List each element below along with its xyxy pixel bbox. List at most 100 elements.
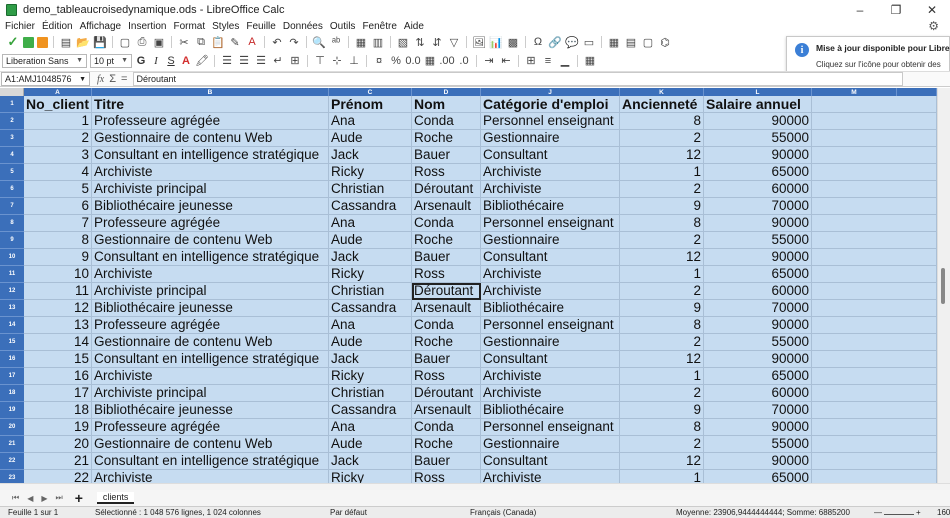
decrease-indent-icon[interactable]: ⇤ [499,55,513,67]
merge-center-icon[interactable]: ⊞ [288,55,302,67]
undo-icon[interactable]: ↶ [270,36,284,49]
table-cell[interactable]: Ana [329,419,412,436]
borders-icon[interactable]: ⊞ [524,55,538,67]
print-icon[interactable]: ⎙ [135,36,149,48]
empty-cell[interactable] [812,181,937,198]
column-header-l[interactable]: L [704,88,812,96]
table-cell[interactable]: Professeure agrégée [92,317,329,334]
pivot-table-icon[interactable]: ▩ [506,36,520,49]
table-cell[interactable]: Professeure agrégée [92,215,329,232]
redo-icon[interactable]: ↷ [287,36,301,49]
clone-format-icon[interactable]: ✎ [228,36,242,49]
table-cell[interactable]: Jack [329,249,412,266]
empty-cell[interactable] [812,368,937,385]
empty-cell[interactable] [812,385,937,402]
table-cell[interactable]: 16 [24,368,92,385]
table-cell[interactable]: Roche [412,130,481,147]
bold-button[interactable]: G [135,55,147,67]
empty-cell[interactable] [812,283,937,300]
menu-aide[interactable]: Aide [404,21,424,32]
table-cell[interactable]: Bibliothécaire [481,300,620,317]
table-cell[interactable]: Archiviste [92,164,329,181]
column-header-b[interactable]: B [92,88,329,96]
table-cell[interactable]: 65000 [704,266,812,283]
table-cell[interactable]: 2 [24,130,92,147]
percent-icon[interactable]: % [389,55,403,67]
table-cell[interactable]: 11 [24,283,92,300]
empty-cell[interactable] [812,266,937,283]
table-cell[interactable]: 9 [620,300,704,317]
row-header[interactable]: 21 [0,436,24,453]
table-cell[interactable]: Aude [329,130,412,147]
conditional-format-icon[interactable]: ▦ [583,55,597,67]
table-cell[interactable]: 1 [620,368,704,385]
row-header[interactable]: 11 [0,266,24,283]
horizontal-scrollbar[interactable] [0,483,950,490]
paste-icon[interactable]: 📋 [211,36,225,49]
table-cell[interactable]: Christian [329,181,412,198]
table-cell[interactable]: Ana [329,317,412,334]
empty-cell[interactable] [812,164,937,181]
row-header[interactable]: 4 [0,147,24,164]
table-cell[interactable]: 2 [620,385,704,402]
empty-cell[interactable] [812,249,937,266]
menu-edition[interactable]: Édition [42,21,73,32]
table-cell[interactable]: 65000 [704,368,812,385]
table-cell[interactable]: Personnel enseignant [481,419,620,436]
add-decimal-icon[interactable]: .00 [439,55,454,67]
table-cell[interactable]: Ross [412,368,481,385]
table-cell[interactable]: Personnel enseignant [481,113,620,130]
row-header[interactable]: 5 [0,164,24,181]
table-cell[interactable]: Arsenault [412,402,481,419]
define-print-area-icon[interactable]: ▦ [607,36,621,49]
table-cell[interactable]: Archiviste [481,266,620,283]
table-cell[interactable]: Gestionnaire [481,130,620,147]
align-center-icon[interactable]: ☰ [237,55,251,67]
table-cell[interactable]: Arsenault [412,300,481,317]
show-draw-functions-icon[interactable]: ⌬ [658,36,672,49]
table-cell[interactable]: 17 [24,385,92,402]
clear-format-icon[interactable]: A [245,36,259,48]
empty-cell[interactable] [812,113,937,130]
table-cell[interactable]: 8 [620,419,704,436]
delete-decimal-icon[interactable]: .0 [457,55,471,67]
menu-donnees[interactable]: Données [283,21,323,32]
sheet-tab-clients[interactable]: clients [96,492,135,504]
date-format-icon[interactable]: ▦ [423,55,437,67]
table-cell[interactable]: 55000 [704,436,812,453]
row-header[interactable]: 13 [0,300,24,317]
insert-image-icon[interactable]: 🖼 [472,36,486,49]
start-center-icon[interactable] [23,36,34,48]
minimize-button[interactable]: – [842,0,878,19]
table-cell[interactable]: Consultant en intelligence stratégique [92,249,329,266]
table-cell[interactable]: Bibliothécaire jeunesse [92,402,329,419]
prev-sheet-icon[interactable]: ◀ [27,494,33,503]
align-top-icon[interactable]: ⊤ [313,55,327,67]
next-sheet-icon[interactable]: ▶ [41,494,47,503]
table-cell[interactable]: 8 [24,232,92,249]
table-cell[interactable]: Ross [412,266,481,283]
table-cell[interactable]: Archiviste principal [92,385,329,402]
table-cell[interactable]: Cassandra [329,198,412,215]
menu-fichier[interactable]: Fichier [5,21,35,32]
select-all-corner[interactable] [0,88,24,96]
header-cell[interactable]: Catégorie d'emploi [481,96,620,113]
table-cell[interactable]: Gestionnaire de contenu Web [92,232,329,249]
table-cell[interactable]: Gestionnaire de contenu Web [92,436,329,453]
table-cell[interactable]: 3 [24,147,92,164]
table-cell[interactable]: Archiviste [481,164,620,181]
table-cell[interactable]: 1 [620,470,704,483]
table-cell[interactable]: Bibliothécaire [481,198,620,215]
table-cell[interactable]: Gestionnaire [481,232,620,249]
table-cell[interactable]: 90000 [704,351,812,368]
row-header[interactable]: 22 [0,453,24,470]
close-button[interactable]: ✕ [914,0,950,19]
table-cell[interactable]: Déroutant [412,283,481,300]
table-cell[interactable]: Archiviste [92,266,329,283]
table-cell[interactable]: Bauer [412,147,481,164]
table-cell[interactable]: 90000 [704,215,812,232]
empty-cell[interactable] [812,300,937,317]
table-cell[interactable]: 18 [24,402,92,419]
row-header[interactable]: 9 [0,232,24,249]
table-cell[interactable]: 2 [620,181,704,198]
